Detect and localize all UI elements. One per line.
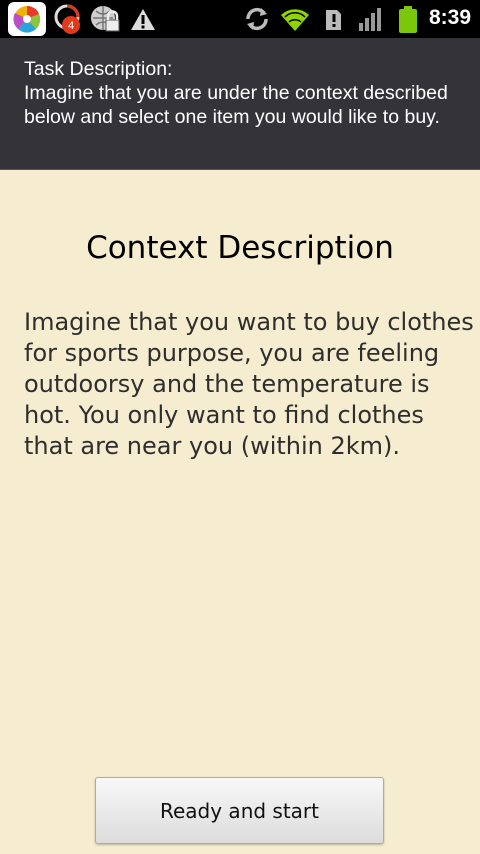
task-description-header: Task Description: Imagine that you are u… xyxy=(0,38,480,170)
signal-icon xyxy=(357,3,385,35)
task-text: Imagine that you are under the context d… xyxy=(24,82,448,128)
status-clock: 8:39 xyxy=(428,6,471,29)
vpn-lock-icon xyxy=(88,3,122,35)
context-title: Context Description xyxy=(86,230,394,266)
context-text: Imagine that you want to buy clothes for… xyxy=(24,308,474,460)
sd-card-icon xyxy=(323,3,343,35)
notification-app-icon[interactable]: 4 xyxy=(51,3,85,35)
status-bar: 4 8:39 xyxy=(0,0,480,38)
ready-and-start-button[interactable]: Ready and start xyxy=(95,777,384,844)
warning-icon xyxy=(128,3,158,35)
battery-icon xyxy=(397,3,419,35)
app-launcher-icon[interactable] xyxy=(8,2,46,36)
task-title: Task Description: xyxy=(24,58,173,80)
notification-badge: 4 xyxy=(68,20,74,32)
wifi-icon xyxy=(279,3,311,35)
sync-icon xyxy=(242,3,272,35)
